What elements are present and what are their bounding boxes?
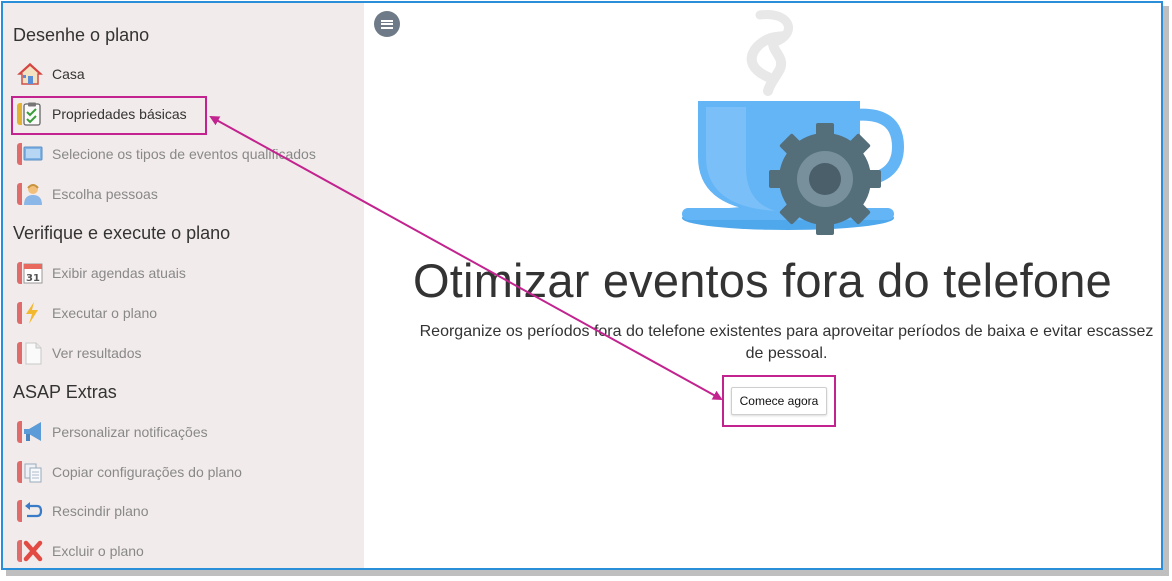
person-icon [17,181,43,207]
sidebar-item-label: Casa [52,66,85,82]
window-frame: Desenhe o plano Casa Propriedades básica… [1,1,1163,570]
sidebar-item-label: Exibir agendas atuais [52,265,186,281]
main-content: Otimizar eventos fora do telefone Reorga… [364,3,1161,568]
sidebar-item-executar[interactable]: Executar o plano [17,298,157,328]
sidebar-item-label: Selecione os tipos de eventos qualificad… [52,146,316,162]
sidebar: Desenhe o plano Casa Propriedades básica… [3,3,364,568]
sidebar-item-label: Escolha pessoas [52,186,158,202]
highlight-box-properties [11,96,207,135]
window-shadow [6,570,1169,576]
coffee-cup-gear-icon [682,10,905,235]
section-title-extras: ASAP Extras [13,382,117,402]
sidebar-item-copiar[interactable]: Copiar configurações do plano [17,457,242,487]
window-shadow [1163,6,1169,576]
sidebar-item-tipos-eventos[interactable]: Selecione os tipos de eventos qualificad… [17,139,316,169]
document-icon [17,340,43,366]
highlight-box-start: Comece agora [722,375,836,427]
sidebar-item-label: Executar o plano [52,305,158,321]
undo-arrow-icon [17,498,43,524]
hamburger-menu-icon[interactable] [374,11,400,37]
copy-icon [17,459,43,485]
delete-x-icon [17,538,43,564]
house-icon [17,61,43,87]
sidebar-item-label: Personalizar notificações [52,424,208,440]
sidebar-item-resultados[interactable]: Ver resultados [17,338,142,368]
page-subtitle: Reorganize os períodos fora do telefone … [419,323,1154,362]
lightning-icon [17,300,43,326]
sidebar-item-label: Rescindir plano [52,503,149,519]
section-title-verify: Verifique e execute o plano [13,223,231,243]
monitor-icon [17,141,43,167]
section-title-design: Desenhe o plano [13,25,150,45]
sidebar-item-excluir[interactable]: Excluir o plano [17,536,144,566]
calendar-icon: 31 [17,260,43,286]
sidebar-item-rescindir[interactable]: Rescindir plano [17,496,149,526]
sidebar-item-label: Copiar configurações do plano [52,464,242,480]
sidebar-item-agendas[interactable]: 31 Exibir agendas atuais [17,258,186,288]
page-title: Otimizar eventos fora do telefone [413,254,1112,307]
sidebar-item-label: Ver resultados [52,345,142,361]
start-button[interactable]: Comece agora [730,387,828,415]
sidebar-item-notificacoes[interactable]: Personalizar notificações [17,417,208,447]
sidebar-item-casa[interactable]: Casa [17,59,85,89]
megaphone-icon [17,419,43,445]
sidebar-item-escolha-pessoas[interactable]: Escolha pessoas [17,179,158,209]
calendar-badge: 31 [26,273,40,284]
sidebar-item-label: Excluir o plano [52,543,144,559]
